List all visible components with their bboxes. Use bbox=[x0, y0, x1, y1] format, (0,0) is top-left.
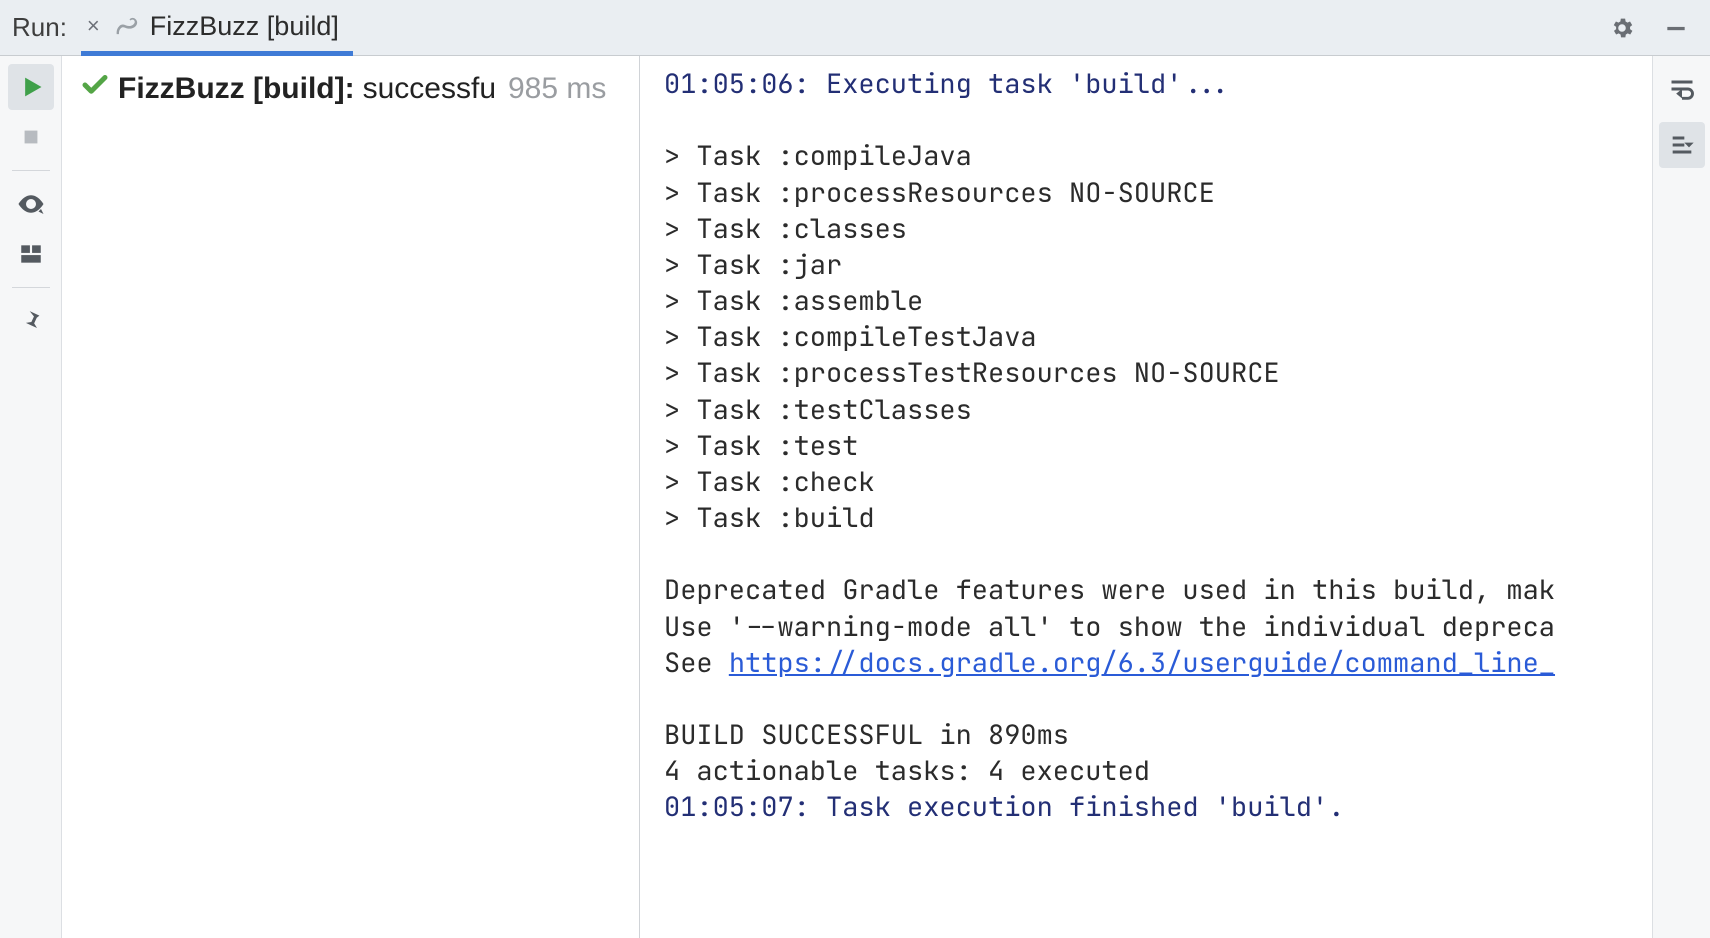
check-icon bbox=[80, 70, 110, 107]
run-button[interactable] bbox=[8, 64, 54, 110]
scroll-to-end-button[interactable] bbox=[1659, 122, 1705, 168]
console-output[interactable]: 01:05:06: Executing task 'build'... > Ta… bbox=[640, 56, 1652, 938]
right-action-rail bbox=[1652, 56, 1710, 938]
run-config-tab[interactable]: × FizzBuzz [build] bbox=[81, 1, 353, 56]
task-name: FizzBuzz [build]: bbox=[118, 72, 355, 106]
left-action-rail bbox=[0, 56, 62, 938]
stop-button[interactable] bbox=[8, 114, 54, 160]
gear-icon[interactable] bbox=[1604, 10, 1640, 46]
task-tree-pane: FizzBuzz [build]: successfu 985 ms bbox=[62, 56, 640, 938]
console-pane: 01:05:06: Executing task 'build'... > Ta… bbox=[640, 56, 1652, 938]
run-tool-header: Run: × FizzBuzz [build] bbox=[0, 0, 1710, 56]
separator bbox=[12, 170, 50, 171]
minimize-icon[interactable] bbox=[1658, 10, 1694, 46]
layout-button[interactable] bbox=[8, 231, 54, 277]
task-status: successfu bbox=[363, 72, 496, 106]
tab-title: FizzBuzz [build] bbox=[150, 11, 339, 42]
gradle-icon bbox=[110, 10, 142, 42]
pin-button[interactable] bbox=[8, 298, 54, 344]
docs-link[interactable]: https://docs.gradle.org/6.3/userguide/co… bbox=[729, 645, 1555, 681]
tool-window-title: Run: bbox=[12, 12, 67, 43]
close-icon[interactable]: × bbox=[87, 13, 100, 39]
task-tree-root[interactable]: FizzBuzz [build]: successfu 985 ms bbox=[80, 70, 629, 107]
visibility-button[interactable] bbox=[8, 181, 54, 227]
separator bbox=[12, 287, 50, 288]
task-duration: 985 ms bbox=[508, 72, 606, 106]
soft-wrap-button[interactable] bbox=[1659, 66, 1705, 112]
